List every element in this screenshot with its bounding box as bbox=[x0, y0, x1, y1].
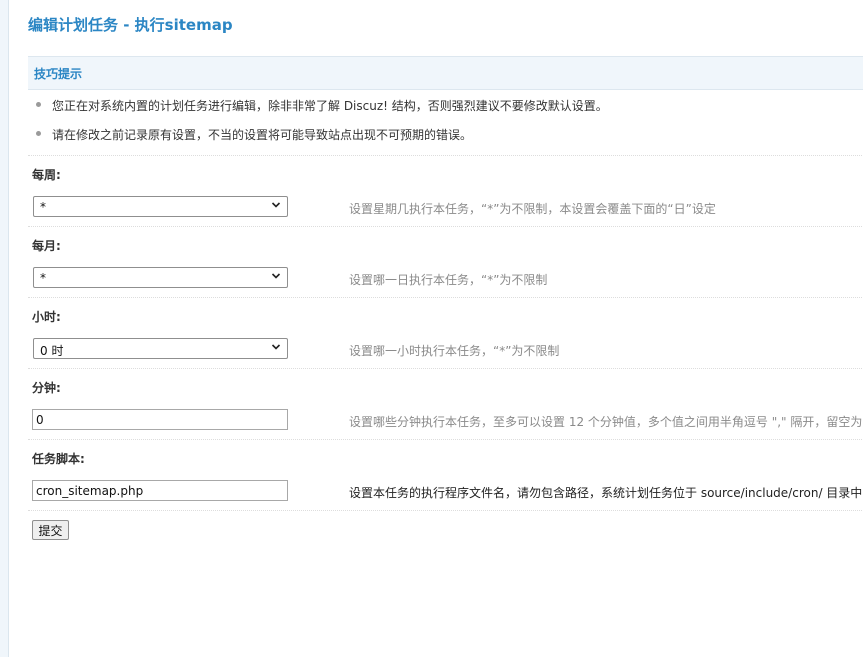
hour-hint: 设置哪一小时执行本任务，“*”为不限制 bbox=[349, 344, 560, 358]
row-divider bbox=[28, 510, 863, 511]
left-frame-border bbox=[0, 0, 9, 657]
page-title: 编辑计划任务 - 执行sitemap bbox=[28, 16, 233, 34]
weekday-label: 每周: bbox=[32, 168, 61, 182]
day-selected-value: * bbox=[40, 271, 46, 285]
hour-select[interactable]: 0 时 bbox=[33, 338, 288, 359]
tips-header: 技巧提示 bbox=[28, 56, 863, 90]
row-divider bbox=[28, 368, 863, 369]
hour-label: 小时: bbox=[32, 310, 61, 324]
script-input[interactable] bbox=[32, 480, 288, 501]
hour-selected-value: 0 时 bbox=[40, 344, 64, 358]
cron-edit-page: 编辑计划任务 - 执行sitemap 技巧提示 您正在对系统内置的计划任务进行编… bbox=[0, 0, 863, 657]
minute-input[interactable] bbox=[32, 409, 288, 430]
tip-text: 您正在对系统内置的计划任务进行编辑，除非非常了解 Discuz! 结构，否则强烈… bbox=[52, 99, 608, 113]
day-select[interactable]: * bbox=[33, 267, 288, 288]
weekday-hint: 设置星期几执行本任务，“*”为不限制，本设置会覆盖下面的“日”设定 bbox=[349, 202, 716, 216]
weekday-selected-value: * bbox=[40, 200, 46, 214]
chevron-down-icon bbox=[271, 344, 281, 350]
row-divider bbox=[28, 226, 863, 227]
tip-item: 您正在对系统内置的计划任务进行编辑，除非非常了解 Discuz! 结构，否则强烈… bbox=[36, 97, 608, 114]
weekday-select[interactable]: * bbox=[33, 196, 288, 217]
chevron-down-icon bbox=[271, 202, 281, 208]
minute-label: 分钟: bbox=[32, 381, 61, 395]
script-hint: 设置本任务的执行程序文件名，请勿包含路径，系统计划任务位于 source/inc… bbox=[349, 486, 863, 500]
day-label: 每月: bbox=[32, 239, 61, 253]
submit-button[interactable]: 提交 bbox=[32, 520, 69, 540]
row-divider bbox=[28, 439, 863, 440]
minute-hint: 设置哪些分钟执行本任务，至多可以设置 12 个分钟值，多个值之间用半角逗号 ",… bbox=[349, 415, 863, 429]
row-divider bbox=[28, 155, 863, 156]
tip-text: 请在修改之前记录原有设置，不当的设置将可能导致站点出现不可预期的错误。 bbox=[52, 128, 473, 142]
day-hint: 设置哪一日执行本任务，“*”为不限制 bbox=[349, 273, 548, 287]
tip-item: 请在修改之前记录原有设置，不当的设置将可能导致站点出现不可预期的错误。 bbox=[35, 126, 473, 143]
script-label: 任务脚本: bbox=[32, 452, 85, 466]
chevron-down-icon bbox=[271, 273, 281, 279]
row-divider bbox=[28, 297, 863, 298]
tips-header-label: 技巧提示 bbox=[34, 67, 83, 81]
